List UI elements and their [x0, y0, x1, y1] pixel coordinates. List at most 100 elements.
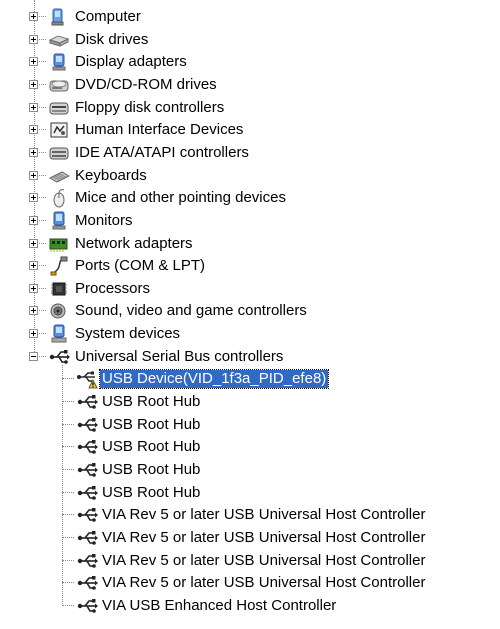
- device-item[interactable]: VIA Rev 5 or later USB Universal Host Co…: [0, 504, 500, 526]
- tree-connector: [62, 446, 74, 448]
- tree-node-label: Processors: [75, 279, 151, 297]
- disk-drive-icon: [48, 30, 70, 50]
- expand-button[interactable]: [29, 125, 38, 135]
- device-item[interactable]: VIA Rev 5 or later USB Universal Host Co…: [0, 527, 500, 549]
- processor-icon: [48, 279, 70, 299]
- tree-connector: [62, 401, 74, 403]
- device-item[interactable]: USB Device(VID_1f3a_PID_efe8): [0, 368, 500, 390]
- expand-button[interactable]: [29, 147, 38, 157]
- tree-node-label: Human Interface Devices: [75, 121, 244, 139]
- usb-icon: [76, 460, 98, 480]
- usb-icon: [76, 437, 98, 457]
- expand-button[interactable]: [29, 283, 38, 293]
- network-adapter-icon: [48, 234, 70, 254]
- usb-icon: [76, 392, 98, 412]
- selected-device-label: USB Device(VID_1f3a_PID_efe8): [98, 369, 330, 390]
- tree-node-universal-serial-bus-controllers[interactable]: Universal Serial Bus controllers: [0, 346, 500, 368]
- tree-connector: [62, 423, 74, 425]
- expand-button[interactable]: [29, 79, 38, 89]
- device-label: USB Root Hub: [102, 415, 201, 433]
- device-label: VIA USB Enhanced Host Controller: [102, 596, 337, 614]
- speaker-icon: [48, 301, 70, 321]
- tree-connector: [62, 536, 74, 538]
- tree-node-floppy-disk-controllers[interactable]: Floppy disk controllers: [0, 97, 500, 119]
- device-item[interactable]: VIA Rev 5 or later USB Universal Host Co…: [0, 572, 500, 594]
- tree-connector: [62, 514, 74, 516]
- device-label: VIA Rev 5 or later USB Universal Host Co…: [102, 506, 426, 524]
- tree-node-label: Monitors: [75, 211, 133, 229]
- expand-button[interactable]: [29, 34, 38, 44]
- tree-connector: [62, 604, 74, 606]
- ide-controller-icon: [48, 143, 70, 163]
- tree-node-network-adapters[interactable]: Network adapters: [0, 233, 500, 255]
- usb-icon: [76, 505, 98, 525]
- expand-button[interactable]: [29, 12, 38, 21]
- usb-icon: [76, 573, 98, 593]
- keyboard-icon: [48, 166, 70, 186]
- tree-node-disk-drives[interactable]: Disk drives: [0, 29, 500, 51]
- collapse-button[interactable]: [29, 351, 38, 361]
- tree-node-human-interface-devices[interactable]: Human Interface Devices: [0, 119, 500, 141]
- device-tree[interactable]: Computer Disk drives Display adapters DVD/C…: [0, 0, 500, 629]
- device-label: USB Root Hub: [102, 461, 201, 478]
- tree-node-sound-video-and-game-controllers[interactable]: Sound, video and game controllers: [0, 300, 500, 322]
- monitor-icon: [48, 211, 70, 231]
- device-item[interactable]: VIA Rev 5 or later USB Universal Host Co…: [0, 550, 500, 572]
- tree-node-keyboards[interactable]: Keyboards: [0, 165, 500, 187]
- tree-node-label: Floppy disk controllers: [75, 98, 225, 116]
- device-label: VIA Rev 5 or later USB Universal Host Co…: [102, 528, 426, 546]
- device-item[interactable]: USB Root Hub: [0, 391, 500, 413]
- device-label: USB Root Hub: [102, 483, 201, 501]
- display-adapter-icon: [48, 52, 70, 72]
- expand-button[interactable]: [29, 57, 38, 67]
- device-item[interactable]: USB Root Hub: [0, 436, 500, 458]
- tree-node-display-adapters[interactable]: Display adapters: [0, 51, 500, 73]
- tree-node-ports-com-lpt[interactable]: Ports (COM & LPT): [0, 255, 500, 277]
- expand-button[interactable]: [29, 102, 38, 112]
- device-item[interactable]: VIA USB Enhanced Host Controller: [0, 595, 500, 617]
- expand-button[interactable]: [29, 215, 38, 225]
- expand-button[interactable]: [29, 238, 38, 248]
- tree-node-label: DVD/CD-ROM drives: [75, 75, 217, 93]
- usb-icon: [76, 528, 98, 548]
- device-item[interactable]: USB Root Hub: [0, 414, 500, 436]
- tree-node-label: Ports (COM & LPT): [75, 257, 206, 275]
- device-label: VIA Rev 5 or later USB Universal Host Co…: [102, 574, 426, 592]
- dvd-drive-icon: [48, 75, 70, 95]
- tree-node-label: Keyboards: [75, 166, 147, 184]
- tree-node-monitors[interactable]: Monitors: [0, 210, 500, 232]
- tree-connector: [62, 559, 74, 561]
- tree-connector: [62, 378, 74, 380]
- tree-node-label: Network adapters: [75, 234, 193, 252]
- expand-button[interactable]: [29, 329, 38, 339]
- usb-icon: [76, 551, 98, 571]
- tree-node-label: Universal Serial Bus controllers: [75, 347, 284, 365]
- usb-icon: [76, 596, 98, 616]
- device-item[interactable]: USB Root Hub: [0, 482, 500, 504]
- tree-node-dvd-cd-rom-drives[interactable]: DVD/CD-ROM drives: [0, 74, 500, 96]
- tree-node-label: IDE ATA/ATAPI controllers: [75, 143, 249, 161]
- tree-connector: [62, 491, 74, 493]
- device-label: VIA Rev 5 or later USB Universal Host Co…: [102, 551, 426, 569]
- tree-node-ide-ata-atapi-controllers[interactable]: IDE ATA/ATAPI controllers: [0, 142, 500, 164]
- computer-icon: [48, 7, 70, 27]
- tree-node-processors[interactable]: Processors: [0, 278, 500, 300]
- tree-node-mice-and-other-pointing-devices[interactable]: Mice and other pointing devices: [0, 187, 500, 209]
- tree-node-system-devices[interactable]: System devices: [0, 323, 500, 345]
- expand-button[interactable]: [29, 193, 38, 203]
- device-label: USB Root Hub: [102, 393, 201, 411]
- tree-node-label: Disk drives: [75, 30, 149, 48]
- tree-node-label: Computer: [75, 8, 141, 25]
- expand-button[interactable]: [29, 261, 38, 271]
- tree-node-computer[interactable]: Computer: [0, 6, 500, 28]
- expand-button[interactable]: [29, 306, 38, 316]
- usb-icon: [76, 483, 98, 503]
- tree-node-label: Sound, video and game controllers: [75, 302, 307, 320]
- system-devices-icon: [48, 324, 70, 344]
- usb-icon: [76, 415, 98, 435]
- device-item[interactable]: USB Root Hub: [0, 459, 500, 481]
- usb-warning-icon: [76, 369, 98, 389]
- port-icon: [48, 256, 70, 276]
- tree-node-label: System devices: [75, 325, 181, 343]
- expand-button[interactable]: [29, 170, 38, 180]
